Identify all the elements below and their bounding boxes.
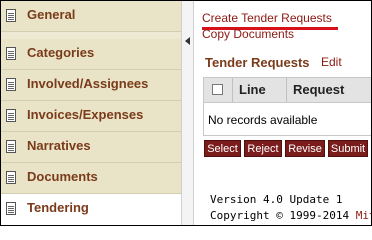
sidebar-item-documents[interactable]: Documents xyxy=(1,163,181,194)
app-frame: General Categories Involved/Assignees In… xyxy=(0,0,372,226)
select-all-checkbox[interactable] xyxy=(212,84,223,95)
table-header: Line Request xyxy=(203,77,371,103)
document-icon xyxy=(6,140,16,153)
table-body: No records available xyxy=(203,103,371,136)
document-icon xyxy=(6,47,16,60)
column-header-line[interactable]: Line xyxy=(239,82,266,97)
copyright-text: Copyright © 1999-2014 Mitra xyxy=(210,209,371,222)
collapse-sidebar-icon[interactable] xyxy=(185,37,190,45)
empty-table-message: No records available xyxy=(208,113,318,127)
version-text: Version 4.0 Update 1 xyxy=(210,193,343,206)
sidebar-item-label: Invoices/Expenses xyxy=(27,107,144,122)
edit-link[interactable]: Edit xyxy=(321,55,342,69)
create-tender-requests-link[interactable]: Create Tender Requests xyxy=(202,11,332,25)
reject-button[interactable]: Reject xyxy=(244,140,282,157)
submit-button[interactable]: Submit xyxy=(328,140,368,157)
sidebar-item-label: Involved/Assignees xyxy=(27,76,149,91)
company-link[interactable]: Mitra xyxy=(356,209,371,222)
document-icon xyxy=(6,202,16,215)
document-icon xyxy=(6,109,16,122)
sidebar-item-invoices-expenses[interactable]: Invoices/Expenses xyxy=(1,101,181,132)
column-divider xyxy=(232,78,233,102)
sidebar-item-label: Documents xyxy=(27,169,98,184)
sidebar-item-tendering[interactable]: Tendering xyxy=(1,194,181,225)
sidebar-item-categories[interactable]: Categories xyxy=(1,39,181,70)
column-header-request[interactable]: Request xyxy=(293,82,344,97)
sidebar-item-general[interactable]: General xyxy=(1,1,181,32)
document-icon xyxy=(6,171,16,184)
sidebar-item-label: Categories xyxy=(27,45,95,60)
sidebar-item-label: General xyxy=(27,7,76,22)
sidebar-item-involved-assignees[interactable]: Involved/Assignees xyxy=(1,70,181,101)
document-icon xyxy=(6,78,16,91)
select-button[interactable]: Select xyxy=(204,140,241,157)
copyright-label: Copyright © 1999-2014 xyxy=(210,209,350,222)
sidebar: General Categories Involved/Assignees In… xyxy=(1,1,181,225)
sidebar-splitter[interactable] xyxy=(181,1,194,225)
sidebar-item-label: Tendering xyxy=(27,200,89,215)
document-icon xyxy=(6,9,16,22)
revise-button[interactable]: Revise xyxy=(285,140,325,157)
section-title: Tender Requests xyxy=(205,55,310,70)
sidebar-item-label: Narratives xyxy=(27,138,91,153)
main-panel: Create Tender Requests Copy Documents Te… xyxy=(194,1,371,225)
copy-documents-link[interactable]: Copy Documents xyxy=(202,27,294,41)
sidebar-item-narratives[interactable]: Narratives xyxy=(1,132,181,163)
column-divider xyxy=(286,78,287,102)
